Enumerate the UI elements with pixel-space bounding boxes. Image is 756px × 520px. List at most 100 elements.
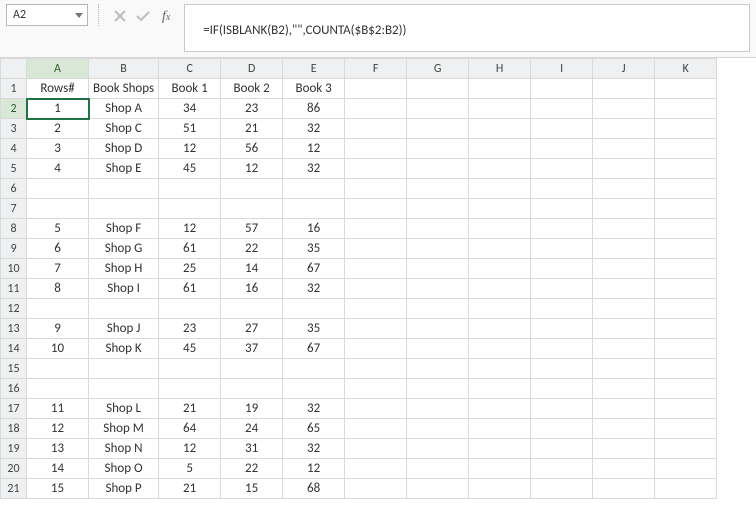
cell-C20[interactable]: 5 xyxy=(159,459,221,479)
cell-J10[interactable] xyxy=(593,259,655,279)
column-header-K[interactable]: K xyxy=(655,59,717,79)
cell-B11[interactable]: Shop I xyxy=(89,279,159,299)
cell-E17[interactable]: 32 xyxy=(283,399,345,419)
cell-I13[interactable] xyxy=(531,319,593,339)
cell-B7[interactable] xyxy=(89,199,159,219)
cell-F10[interactable] xyxy=(345,259,407,279)
cell-J17[interactable] xyxy=(593,399,655,419)
cell-B14[interactable]: Shop K xyxy=(89,339,159,359)
cell-J5[interactable] xyxy=(593,159,655,179)
row-header-19[interactable]: 19 xyxy=(1,439,27,459)
cell-H2[interactable] xyxy=(469,99,531,119)
cell-K15[interactable] xyxy=(655,359,717,379)
cell-H13[interactable] xyxy=(469,319,531,339)
cell-C7[interactable] xyxy=(159,199,221,219)
cell-D9[interactable]: 22 xyxy=(221,239,283,259)
cell-G17[interactable] xyxy=(407,399,469,419)
cell-F12[interactable] xyxy=(345,299,407,319)
cell-F11[interactable] xyxy=(345,279,407,299)
cell-K20[interactable] xyxy=(655,459,717,479)
column-header-H[interactable]: H xyxy=(469,59,531,79)
column-header-E[interactable]: E xyxy=(283,59,345,79)
cell-K7[interactable] xyxy=(655,199,717,219)
cell-G14[interactable] xyxy=(407,339,469,359)
cell-A9[interactable]: 6 xyxy=(27,239,89,259)
row-header-4[interactable]: 4 xyxy=(1,139,27,159)
cell-D11[interactable]: 16 xyxy=(221,279,283,299)
cell-G5[interactable] xyxy=(407,159,469,179)
cell-A12[interactable] xyxy=(27,299,89,319)
cell-C4[interactable]: 12 xyxy=(159,139,221,159)
cell-I12[interactable] xyxy=(531,299,593,319)
cell-E2[interactable]: 86 xyxy=(283,99,345,119)
row-header-11[interactable]: 11 xyxy=(1,279,27,299)
cell-B12[interactable] xyxy=(89,299,159,319)
cell-J20[interactable] xyxy=(593,459,655,479)
cell-E10[interactable]: 67 xyxy=(283,259,345,279)
cell-I11[interactable] xyxy=(531,279,593,299)
cell-A3[interactable]: 2 xyxy=(27,119,89,139)
cell-G2[interactable] xyxy=(407,99,469,119)
cell-K11[interactable] xyxy=(655,279,717,299)
cell-A11[interactable]: 8 xyxy=(27,279,89,299)
column-header-G[interactable]: G xyxy=(407,59,469,79)
cell-K17[interactable] xyxy=(655,399,717,419)
row-header-18[interactable]: 18 xyxy=(1,419,27,439)
cell-G3[interactable] xyxy=(407,119,469,139)
cell-I7[interactable] xyxy=(531,199,593,219)
row-header-20[interactable]: 20 xyxy=(1,459,27,479)
cell-I20[interactable] xyxy=(531,459,593,479)
cell-B2[interactable]: Shop A xyxy=(89,99,159,119)
row-header-7[interactable]: 7 xyxy=(1,199,27,219)
cell-D19[interactable]: 31 xyxy=(221,439,283,459)
cell-A5[interactable]: 4 xyxy=(27,159,89,179)
cell-B6[interactable] xyxy=(89,179,159,199)
cell-E8[interactable]: 16 xyxy=(283,219,345,239)
column-header-F[interactable]: F xyxy=(345,59,407,79)
row-header-3[interactable]: 3 xyxy=(1,119,27,139)
cell-F1[interactable] xyxy=(345,79,407,99)
cell-A14[interactable]: 10 xyxy=(27,339,89,359)
cell-E11[interactable]: 32 xyxy=(283,279,345,299)
row-header-5[interactable]: 5 xyxy=(1,159,27,179)
cell-H1[interactable] xyxy=(469,79,531,99)
cell-J18[interactable] xyxy=(593,419,655,439)
cell-F13[interactable] xyxy=(345,319,407,339)
cell-E9[interactable]: 35 xyxy=(283,239,345,259)
cell-G10[interactable] xyxy=(407,259,469,279)
cell-B9[interactable]: Shop G xyxy=(89,239,159,259)
cell-A2[interactable]: 1 xyxy=(27,99,89,119)
cell-A21[interactable]: 15 xyxy=(27,479,89,499)
cell-F9[interactable] xyxy=(345,239,407,259)
cell-K2[interactable] xyxy=(655,99,717,119)
cell-C21[interactable]: 21 xyxy=(159,479,221,499)
cell-H7[interactable] xyxy=(469,199,531,219)
cell-E6[interactable] xyxy=(283,179,345,199)
cell-E19[interactable]: 32 xyxy=(283,439,345,459)
cell-F2[interactable] xyxy=(345,99,407,119)
cell-G20[interactable] xyxy=(407,459,469,479)
cell-A7[interactable] xyxy=(27,199,89,219)
cell-A16[interactable] xyxy=(27,379,89,399)
spreadsheet-grid[interactable]: ABCDEFGHIJK1Rows#Book ShopsBook 1Book 2B… xyxy=(0,58,756,499)
cell-F18[interactable] xyxy=(345,419,407,439)
cell-H16[interactable] xyxy=(469,379,531,399)
cell-C13[interactable]: 23 xyxy=(159,319,221,339)
cell-I5[interactable] xyxy=(531,159,593,179)
cell-B10[interactable]: Shop H xyxy=(89,259,159,279)
cell-A13[interactable]: 9 xyxy=(27,319,89,339)
column-header-J[interactable]: J xyxy=(593,59,655,79)
cell-H17[interactable] xyxy=(469,399,531,419)
cell-F3[interactable] xyxy=(345,119,407,139)
row-header-15[interactable]: 15 xyxy=(1,359,27,379)
cell-G12[interactable] xyxy=(407,299,469,319)
cell-K19[interactable] xyxy=(655,439,717,459)
cell-K1[interactable] xyxy=(655,79,717,99)
cell-C1[interactable]: Book 1 xyxy=(159,79,221,99)
cell-D18[interactable]: 24 xyxy=(221,419,283,439)
cell-E7[interactable] xyxy=(283,199,345,219)
row-header-2[interactable]: 2 xyxy=(1,99,27,119)
cell-I2[interactable] xyxy=(531,99,593,119)
cell-G6[interactable] xyxy=(407,179,469,199)
cell-H6[interactable] xyxy=(469,179,531,199)
